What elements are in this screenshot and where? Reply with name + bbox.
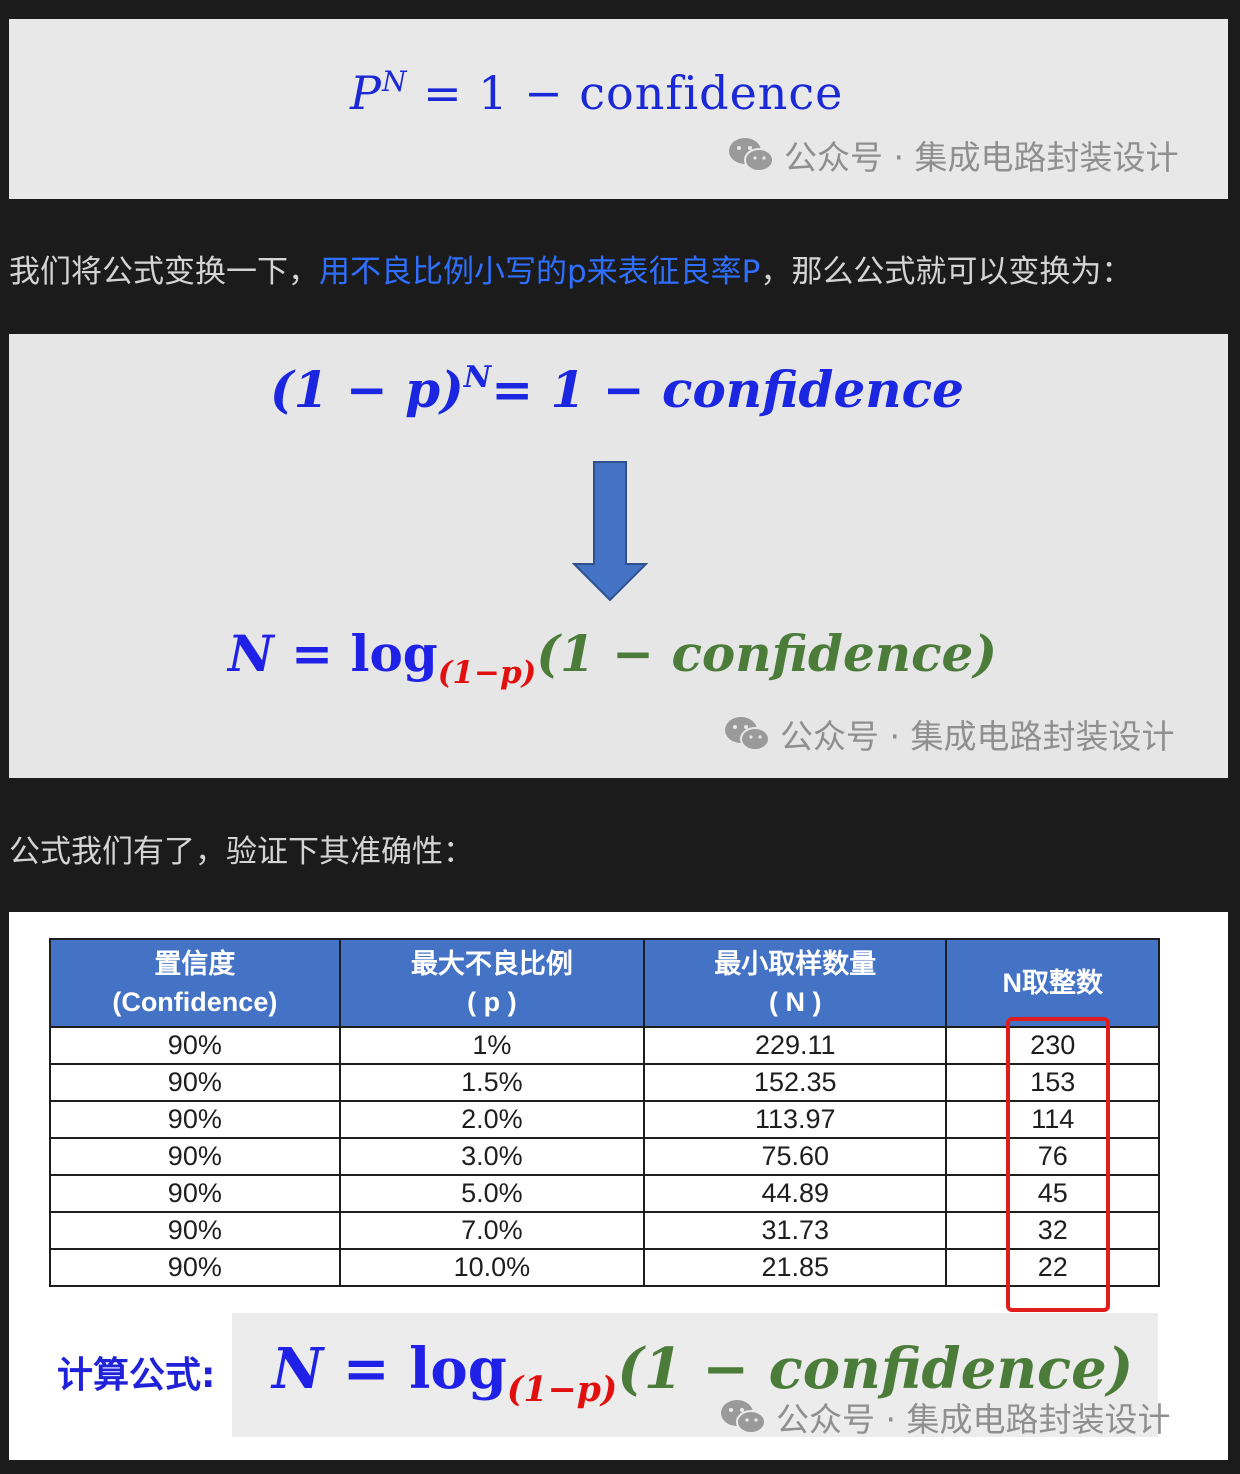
table-cell: 1.5% xyxy=(338,1063,646,1102)
table-cell: 90% xyxy=(49,1211,341,1250)
table-cell: 21.85 xyxy=(643,1248,948,1287)
table-cell: 31.73 xyxy=(643,1211,948,1250)
table-cell: 152.35 xyxy=(643,1063,948,1102)
down-arrow-icon xyxy=(572,461,648,602)
header-sample-size: 最小取样数量( N ) xyxy=(643,938,948,1028)
table-cell: 90% xyxy=(49,1137,341,1176)
table-row: 90% 1% 229.11 230 xyxy=(49,1026,1160,1065)
formula-1-minus-p: (1 − p)N= 1 − confidence xyxy=(270,360,964,419)
table-cell: 2.0% xyxy=(338,1100,646,1139)
header-confidence: 置信度 (Confidence) xyxy=(49,938,341,1028)
table-cell: 90% xyxy=(49,1174,341,1213)
table-cell: 5.0% xyxy=(338,1174,646,1213)
table-cell: 7.0% xyxy=(338,1211,646,1250)
watermark: 公众号 · 集成电路封装设计 xyxy=(728,131,1178,179)
wechat-icon xyxy=(721,1400,766,1434)
table-cell: 3.0% xyxy=(338,1137,646,1176)
highlight-box xyxy=(1006,1017,1110,1312)
table-row: 90% 2.0% 113.97 114 xyxy=(49,1100,1160,1139)
table-cell: 1% xyxy=(338,1026,646,1065)
table-row: 90% 10.0% 21.85 22 xyxy=(49,1248,1160,1287)
table-row: 90% 1.5% 152.35 153 xyxy=(49,1063,1160,1102)
wechat-icon xyxy=(729,138,774,172)
table-cell: 229.11 xyxy=(643,1026,948,1065)
watermark: 公众号 · 集成电路封装设计 xyxy=(724,710,1174,758)
sampling-table: 置信度 (Confidence) 最大不良比例( p ) 最小取样数量( N ) … xyxy=(49,938,1160,1287)
table-cell: 44.89 xyxy=(643,1174,948,1213)
table-row: 90% 5.0% 44.89 45 xyxy=(49,1174,1160,1213)
table-cell: 90% xyxy=(49,1248,341,1287)
formula-log: N = log(1−p)(1 − confidence) xyxy=(228,624,998,691)
header-defect-rate: 最大不良比例( p ) xyxy=(338,938,646,1028)
table-row: 90% 3.0% 75.60 76 xyxy=(49,1137,1160,1176)
wechat-icon xyxy=(725,717,770,751)
table-row: 90% 7.0% 31.73 32 xyxy=(49,1211,1160,1250)
watermark: 公众号 · 集成电路封装设计 xyxy=(720,1393,1170,1441)
calc-label: 计算公式: xyxy=(57,1355,216,1396)
header-rounded: N取整数 xyxy=(945,938,1160,1028)
table-cell: 90% xyxy=(49,1100,341,1139)
paragraph-verify: 公式我们有了，验证下其准确性： xyxy=(9,834,474,870)
table-header-row: 置信度 (Confidence) 最大不良比例( p ) 最小取样数量( N ) … xyxy=(49,938,1160,1028)
formula-pn: PN = 1 − confidence xyxy=(350,65,844,120)
paragraph-transform: 我们将公式变换一下，用不良比例小写的p来表征良率P，那么公式就可以变换为： xyxy=(9,254,1133,290)
table-cell: 10.0% xyxy=(338,1248,646,1287)
table-cell: 90% xyxy=(49,1063,341,1102)
table-cell: 113.97 xyxy=(643,1100,948,1139)
table-cell: 90% xyxy=(49,1026,341,1065)
table-cell: 75.60 xyxy=(643,1137,948,1176)
